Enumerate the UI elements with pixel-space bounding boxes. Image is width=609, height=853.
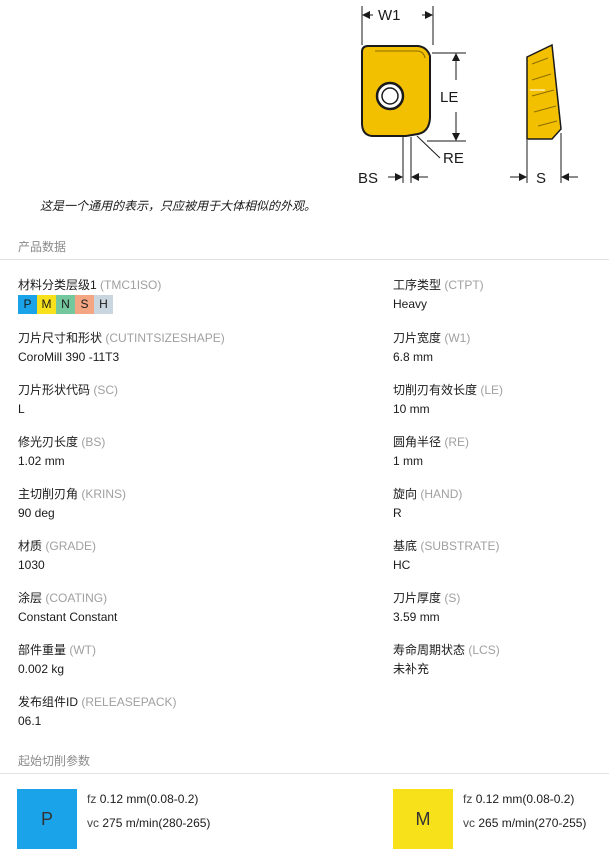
fz-line: fz 0.12 mm(0.08-0.2) — [463, 792, 575, 806]
prop-code: (GRADE) — [45, 539, 97, 553]
le-dimension: LE — [427, 52, 466, 142]
prop-grade: 材质 (GRADE) 1030 — [18, 538, 218, 573]
fz-line: fz 0.12 mm(0.08-0.2) — [87, 792, 199, 806]
prop-value: 06.1 — [18, 714, 42, 728]
iso-chip-n: N — [56, 295, 75, 314]
prop-code: (COATING) — [45, 591, 108, 605]
prop-label: 涂层 — [18, 591, 43, 605]
prop-code: (S) — [444, 591, 461, 605]
vc-line: vc 275 m/min(280-265) — [87, 816, 211, 830]
divider — [0, 259, 609, 260]
prop-value: 1.02 mm — [18, 454, 65, 468]
prop-re: 圆角半径 (RE) 1 mm — [393, 434, 593, 469]
prop-value: Heavy — [393, 297, 428, 311]
vc-line: vc 265 m/min(270-255) — [463, 816, 587, 830]
re-label: RE — [443, 150, 464, 167]
prop-value: CoroMill 390 -11T3 — [18, 350, 120, 364]
prop-label: 圆角半径 — [393, 435, 442, 449]
prop-value: Constant Constant — [18, 610, 118, 624]
prop-label: 刀片厚度 — [393, 591, 442, 605]
drawing-caption: 这是一个通用的表示，只应被用于大体相似的外观。 — [40, 199, 317, 213]
insert-side-view — [526, 43, 562, 140]
prop-label: 发布组件ID — [18, 695, 79, 709]
prop-value: 6.8 mm — [393, 350, 434, 364]
prop-coating: 涂层 (COATING) Constant Constant — [18, 590, 218, 625]
prop-ctpt: 工序类型 (CTPT) Heavy — [393, 277, 593, 312]
iso-chip-m: M — [37, 295, 56, 314]
iso-chip-p: P — [18, 295, 37, 314]
prop-hand: 旋向 (HAND) R — [393, 486, 593, 521]
prop-code: (CUTINTSIZESHAPE) — [105, 331, 225, 345]
iso-chip-h: H — [94, 295, 113, 314]
prop-code: (KRINS) — [81, 487, 127, 501]
prop-label: 部件重量 — [18, 643, 67, 657]
prop-tmc1iso: 材料分类层级1 (TMC1ISO) P M N S H — [18, 277, 218, 314]
prop-value: HC — [393, 558, 411, 572]
prop-code: (RE) — [444, 435, 470, 449]
prop-code: (WT) — [69, 643, 97, 657]
prop-value: 1 mm — [393, 454, 423, 468]
w1-dimension: W1 — [361, 6, 434, 45]
prop-code: (BS) — [81, 435, 106, 449]
prop-krins: 主切削刃角 (KRINS) 90 deg — [18, 486, 218, 521]
prop-value: 90 deg — [18, 506, 55, 520]
s-label: S — [536, 170, 546, 187]
prop-value: 未补充 — [393, 662, 430, 676]
prop-code: (SC) — [93, 383, 119, 397]
iso-chip-row: P M N S H — [18, 295, 218, 314]
prop-code: (W1) — [444, 331, 471, 345]
prop-s: 刀片厚度 (S) 3.59 mm — [393, 590, 593, 625]
le-label: LE — [440, 89, 458, 106]
start-params-title: 起始切削参数 — [18, 754, 91, 768]
prop-code: (SUBSTRATE) — [420, 539, 500, 553]
prop-releasepack: 发布组件ID (RELEASEPACK) 06.1 — [18, 694, 218, 729]
prop-label: 切削刃有效长度 — [393, 383, 478, 397]
prop-le: 切削刃有效长度 (LE) 10 mm — [393, 382, 593, 417]
prop-code: (TMC1ISO) — [100, 278, 162, 292]
prop-lcs: 寿命周期状态 (LCS) 未补充 — [393, 642, 593, 677]
prop-label: 旋向 — [393, 487, 418, 501]
bs-label: BS — [358, 170, 378, 187]
prop-label: 修光刃长度 — [18, 435, 79, 449]
iso-square-p: P — [17, 789, 77, 849]
prop-bs: 修光刃长度 (BS) 1.02 mm — [18, 434, 218, 469]
prop-sc: 刀片形状代码 (SC) L — [18, 382, 218, 417]
prop-value: 3.59 mm — [393, 610, 440, 624]
prop-value: 10 mm — [393, 402, 430, 416]
prop-value: 0.002 kg — [18, 662, 65, 676]
prop-cutintsizeshape: 刀片尺寸和形状 (CUTINTSIZESHAPE) CoroMill 390 -… — [18, 330, 225, 365]
prop-code: (LE) — [480, 383, 504, 397]
prop-value: 1030 — [18, 558, 45, 572]
prop-label: 主切削刃角 — [18, 487, 79, 501]
prop-label: 材料分类层级1 — [18, 278, 97, 292]
bs-dimension: BS — [358, 137, 428, 187]
insert-hole — [375, 81, 405, 111]
insert-drawing: W1 LE RE BS S — [358, 6, 578, 187]
prop-label: 寿命周期状态 — [393, 643, 466, 657]
prop-label: 工序类型 — [393, 278, 442, 292]
prop-label: 刀片宽度 — [393, 331, 442, 345]
prop-label: 材质 — [18, 539, 43, 553]
w1-label: W1 — [378, 7, 401, 24]
prop-label: 刀片尺寸和形状 — [18, 331, 103, 345]
product-data-title: 产品数据 — [18, 240, 67, 254]
iso-square-m: M — [393, 789, 453, 849]
s-dimension: S — [510, 133, 578, 187]
prop-code: (HAND) — [420, 487, 463, 501]
prop-value: R — [393, 506, 402, 520]
prop-wt: 部件重量 (WT) 0.002 kg — [18, 642, 218, 677]
prop-code: (LCS) — [468, 643, 500, 657]
prop-label: 刀片形状代码 — [18, 383, 91, 397]
prop-label: 基底 — [393, 539, 418, 553]
prop-code: (CTPT) — [444, 278, 484, 292]
iso-chip-s: S — [75, 295, 94, 314]
insert-front-view — [361, 45, 431, 137]
prop-code: (RELEASEPACK) — [81, 695, 177, 709]
prop-w1: 刀片宽度 (W1) 6.8 mm — [393, 330, 593, 365]
prop-value: L — [18, 402, 25, 416]
divider — [0, 773, 609, 774]
prop-substrate: 基底 (SUBSTRATE) HC — [393, 538, 593, 573]
